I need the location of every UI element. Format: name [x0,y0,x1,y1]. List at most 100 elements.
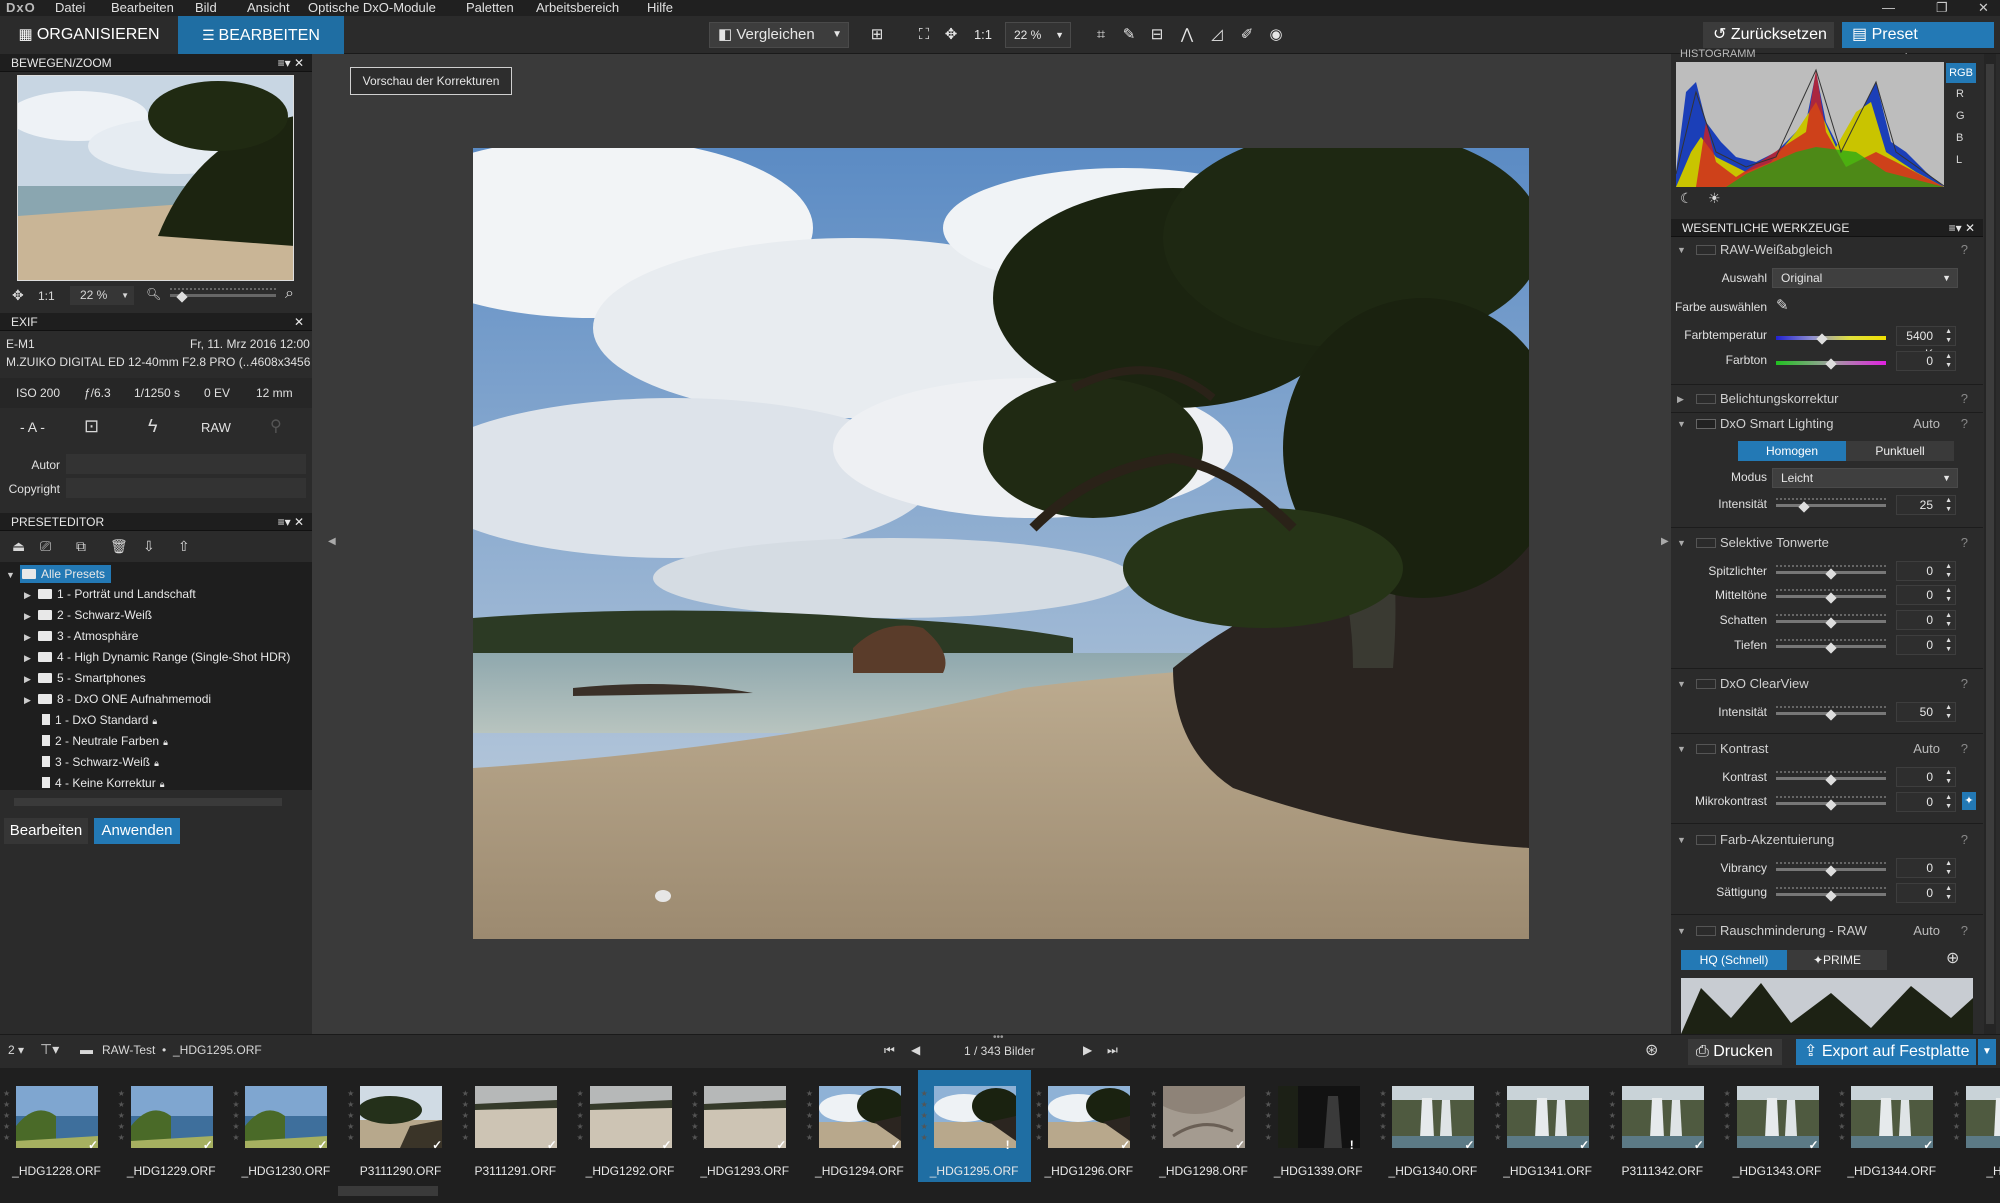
auto-wand-icon[interactable]: ✦ [1962,792,1976,810]
channel-g[interactable]: G [1956,110,1965,122]
thumbnail[interactable]: ★ ★ ★ ★ ★ ✓ _HDG1344.ORF [1835,1070,1948,1182]
spinner-arrows-icon[interactable]: ▲ ▼ [1945,562,1952,580]
delete-icon[interactable]: 🗑︎ [110,538,128,555]
temp-slider[interactable] [1776,330,1886,345]
thumbnail[interactable]: ★ ★ ★ ★ ★ ✓ _HDG1228.ORF [0,1070,113,1182]
rating-stars-icon[interactable]: ★ ★ ★ ★ ★ [118,1088,126,1143]
thumbnail[interactable]: ★ ★ ★ ★ ★ ✓ _HDG1343.ORF [1721,1070,1834,1182]
section-exposure[interactable]: ▶ Belichtungskorrektur? [1670,386,1980,412]
microcontrast-input[interactable]: 0 ▲ ▼ [1896,792,1956,812]
section-toggle[interactable] [1696,679,1716,689]
export-dropdown-icon[interactable]: ▼ [1978,1039,1996,1065]
rating-stars-icon[interactable]: ★ ★ ★ ★ ★ [1379,1088,1387,1143]
sort-control[interactable]: 2 ▾ [8,1043,24,1057]
help-icon[interactable]: ? [1961,827,1968,853]
preset-scrollbar[interactable] [14,798,282,806]
panel-controls-icon[interactable]: ≡▾ ✕ [278,513,304,531]
rating-stars-icon[interactable]: ★ ★ ★ ★ ★ [921,1088,929,1143]
saturation-slider[interactable] [1776,887,1886,902]
rating-stars-icon[interactable]: ★ ★ ★ ★ ★ [1838,1088,1846,1143]
menu-edit[interactable]: Bearbeiten [111,0,174,15]
copyright-field[interactable] [66,478,306,498]
tint-slider[interactable] [1776,355,1886,370]
saturation-input[interactable]: 0 ▲ ▼ [1896,883,1956,903]
fit-screen-icon[interactable]: ⛶ [913,24,935,46]
section-toggle[interactable] [1696,419,1716,429]
rating-stars-icon[interactable]: ★ ★ ★ ★ ★ [462,1088,470,1143]
main-photo[interactable] [473,148,1529,939]
collapse-right-icon[interactable]: ▶ [1661,536,1669,547]
section-color-accent[interactable]: ▼ Farb-Akzentuierung? [1670,827,1980,853]
right-scrollbar[interactable] [1984,54,1996,1034]
help-icon[interactable]: ? [1961,918,1968,944]
help-icon[interactable]: ? [1961,530,1968,556]
menu-palettes[interactable]: Paletten [466,0,514,15]
vibrancy-slider[interactable] [1776,862,1886,877]
last-image-icon[interactable]: ⏭ [1107,1043,1118,1058]
collapse-left-icon[interactable]: ◀ [328,536,336,547]
midtones-input[interactable]: 0 ▲ ▼ [1896,585,1956,605]
thumbnail[interactable]: ★ ★ ★ ★ ★ ✓ P3111342.ORF [1606,1070,1719,1182]
section-toggle[interactable] [1696,245,1716,255]
tab-edit[interactable]: ☰ BEARBEITEN [178,16,344,54]
zoom-select[interactable]: 22 % ▼ [1005,22,1071,48]
mode-homogeneous-button[interactable]: Homogen [1738,441,1846,461]
help-icon[interactable]: ? [1961,736,1968,762]
thumbnail[interactable]: ★ ★ ★ ★ ★ ✓ _HDG1340.ORF [1376,1070,1489,1182]
section-noise-reduction[interactable]: ▼ Rauschminderung - RAW Auto? [1670,918,1980,944]
thumbnail[interactable]: ★ ★ ★ ★ ★ ✓ _HDG1230.ORF [229,1070,342,1182]
rating-stars-icon[interactable]: ★ ★ ★ ★ ★ [347,1088,355,1143]
nav-zoom-slider[interactable] [170,288,276,303]
rating-stars-icon[interactable]: ★ ★ ★ ★ ★ [1150,1088,1158,1143]
restore-icon[interactable]: ❐ [1936,0,1948,16]
print-button[interactable]: ⎙ Drucken [1688,1039,1782,1065]
section-toggle[interactable] [1696,394,1716,404]
tree-folder[interactable]: ▶ 2 - Schwarz-Weiß [24,605,152,625]
rating-stars-icon[interactable]: ★ ★ ★ ★ ★ [1035,1088,1043,1143]
clearview-intensity-input[interactable]: 50 ▲ ▼ [1896,702,1956,722]
sync-icon[interactable]: ⊛ [1645,1040,1658,1060]
eyedropper-icon[interactable]: ✎ [1118,24,1140,46]
split-view-icon[interactable]: ⊞ [866,24,888,46]
resize-handle-icon[interactable]: ••• [993,1032,1004,1043]
contrast-slider[interactable] [1776,771,1886,786]
channel-b[interactable]: B [1956,132,1963,144]
blacks-input[interactable]: 0 ▲ ▼ [1896,635,1956,655]
zoom-100-button[interactable]: 1:1 [970,24,996,46]
rating-stars-icon[interactable]: ★ ★ ★ ★ ★ [806,1088,814,1143]
rating-stars-icon[interactable]: ★ ★ ★ ★ ★ [3,1088,11,1143]
section-contrast[interactable]: ▼ Kontrast Auto? [1670,736,1980,762]
horizon-icon[interactable]: ⊟ [1146,24,1168,46]
menu-image[interactable]: Bild [195,0,217,15]
section-toggle[interactable] [1696,744,1716,754]
zoom-out-icon[interactable]: 🔍︎ [146,287,161,301]
channel-l[interactable]: L [1956,154,1962,166]
duplicate-icon[interactable]: ⧉ [76,538,86,555]
spinner-arrows-icon[interactable]: ▲ ▼ [1945,586,1952,604]
rating-stars-icon[interactable]: ★ ★ ★ ★ ★ [1609,1088,1617,1143]
rating-stars-icon[interactable]: ★ ★ ★ ★ ★ [1724,1088,1732,1143]
tree-preset[interactable]: 4 - Keine Korrektur 🔒︎ [42,773,165,793]
thumbnail[interactable]: ★ ★ ★ ★ ★ ✓ _HDG1298.ORF [1147,1070,1260,1182]
navigator-preview[interactable] [17,75,294,281]
edit-preset-button[interactable]: Bearbeiten [4,818,88,844]
tree-preset[interactable]: 1 - DxO Standard 🔒︎ [42,710,157,730]
export-icon[interactable]: ⇧ [178,538,190,555]
spinner-arrows-icon[interactable]: ▲ ▼ [1945,884,1952,902]
sun-icon[interactable]: ☀ [1708,190,1721,207]
move-icon[interactable]: ✥ [12,287,24,304]
preview-corrections-button[interactable]: Vorschau der Korrekturen [350,67,512,95]
thumbnail[interactable]: ★ ★ ★ ★ ★ ✓ _HDG1294.ORF [803,1070,916,1182]
section-raw-wb[interactable]: ▼ RAW-Weißabgleich? [1670,237,1980,263]
filter-icon[interactable]: ⊤▾ [40,1041,59,1058]
thumbnail[interactable]: ★★★★★ _HDG1 [1950,1070,2000,1182]
rating-stars-icon[interactable]: ★ ★ ★ ★ ★ [691,1088,699,1143]
highlights-slider[interactable] [1776,565,1886,580]
spinner-arrows-icon[interactable]: ▲ ▼ [1945,352,1952,370]
spinner-arrows-icon[interactable]: ▲ ▼ [1945,703,1952,721]
help-icon[interactable]: ? [1961,411,1968,437]
spinner-arrows-icon[interactable]: ▲ ▼ [1945,859,1952,877]
section-selective-tones[interactable]: ▼ Selektive Tonwerte? [1670,530,1980,556]
thumbnail[interactable]: ★ ★ ★ ★ ★ ✓ _HDG1296.ORF [1032,1070,1145,1182]
spinner-arrows-icon[interactable]: ▲ ▼ [1945,496,1952,514]
